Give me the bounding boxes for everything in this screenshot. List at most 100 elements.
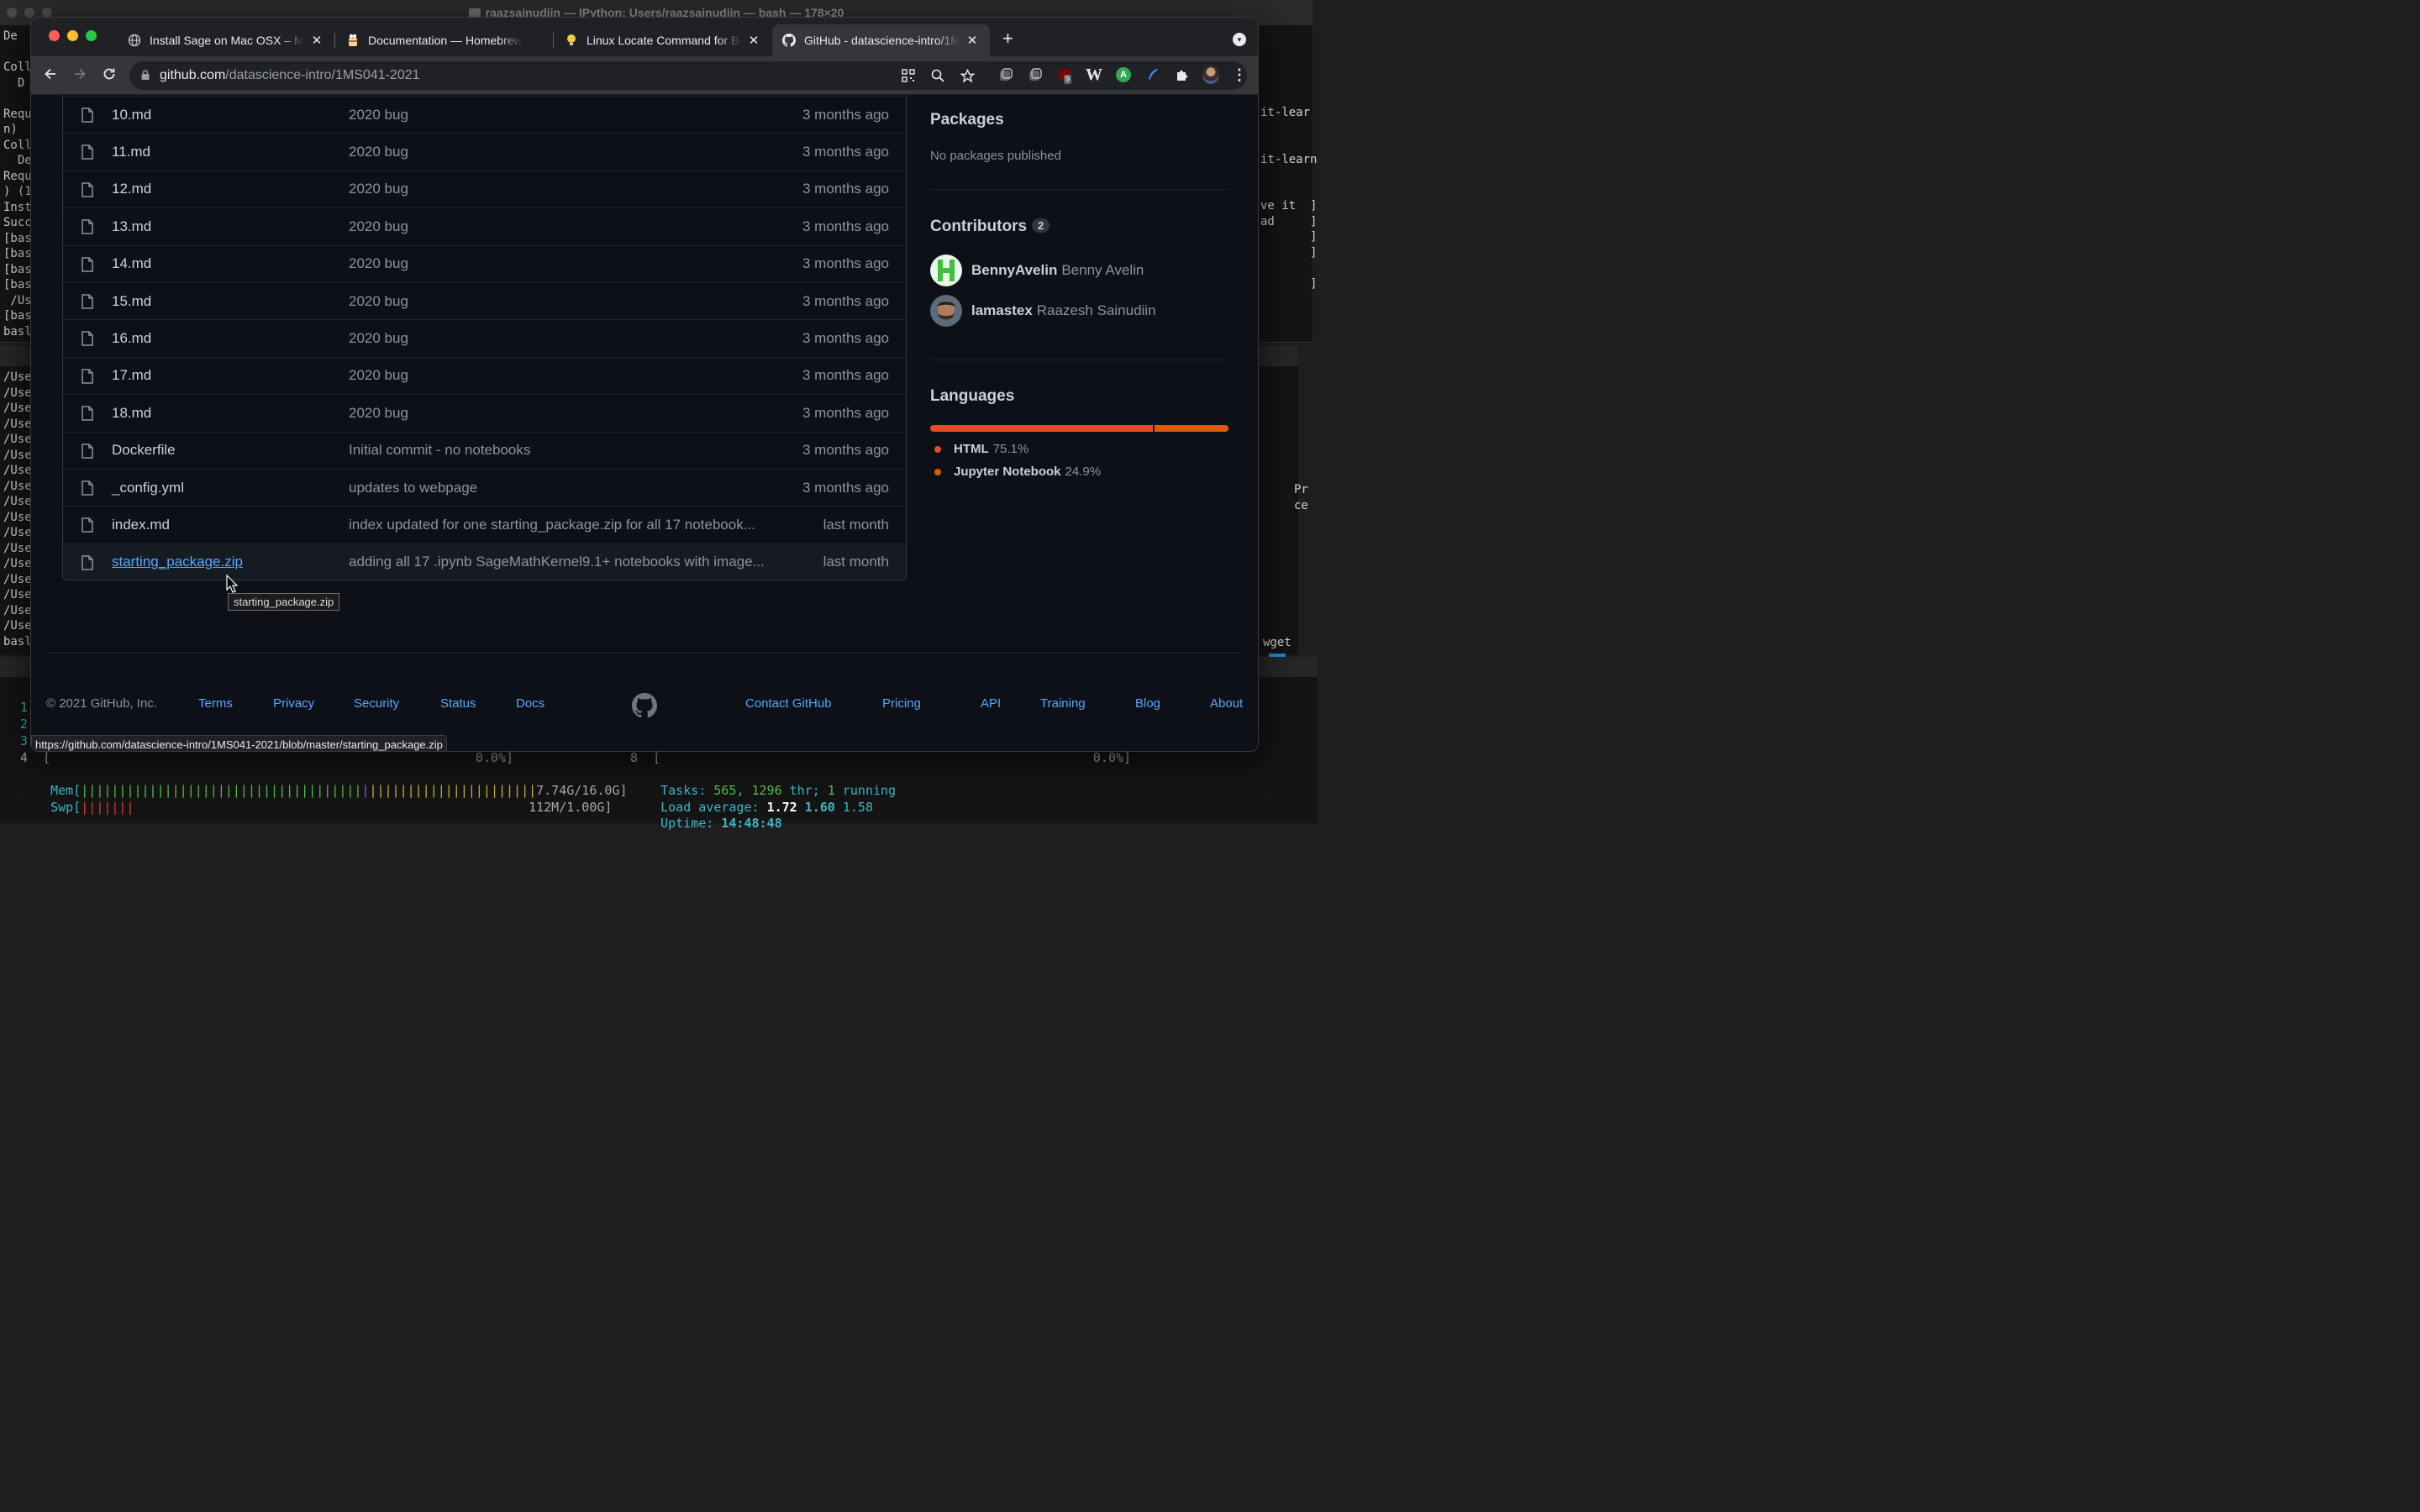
avatar[interactable] xyxy=(930,255,962,286)
footer-link-status[interactable]: Status xyxy=(440,696,476,711)
profile-avatar-icon[interactable] xyxy=(1202,66,1219,84)
github-logo-icon[interactable] xyxy=(632,693,657,718)
commit-message-link[interactable]: adding all 17 .ipynb SageMathKernel9.1+ … xyxy=(349,554,765,570)
tab-homebrew-docs[interactable]: Documentation — Homebrew Do ✕ xyxy=(336,24,553,56)
link-tooltip: starting_package.zip xyxy=(228,593,340,611)
commit-message-link[interactable]: 2020 bug xyxy=(349,218,408,235)
contributors-heading[interactable]: Contributors 2 xyxy=(930,218,1228,236)
file-row[interactable]: 17.md 2020 bug 3 months ago xyxy=(63,356,906,394)
new-tab-icon[interactable]: + xyxy=(1002,29,1013,48)
file-row[interactable]: starting_package.zip adding all 17 .ipynb… xyxy=(63,543,906,580)
file-name-link[interactable]: 10.md xyxy=(112,107,151,123)
extension-2-icon[interactable] xyxy=(1027,66,1044,83)
close-tab-icon[interactable]: ✕ xyxy=(746,33,761,48)
address-bar[interactable]: github.com/datascience-intro/1MS041-2021 xyxy=(129,61,1247,90)
account-extension-icon[interactable]: A xyxy=(1115,66,1132,83)
file-row[interactable]: index.md index updated for one starting_p… xyxy=(63,506,906,543)
file-row[interactable]: 10.md 2020 bug 3 months ago xyxy=(63,96,906,133)
terminal-line: Succ xyxy=(3,216,32,229)
packages-heading[interactable]: Packages xyxy=(930,111,1228,129)
commit-message-link[interactable]: index updated for one starting_package.z… xyxy=(349,517,755,533)
commit-message-link[interactable]: 2020 bug xyxy=(349,144,408,160)
terminal-line: Requ xyxy=(3,107,32,121)
reload-icon[interactable] xyxy=(100,66,118,85)
contributor-login[interactable]: BennyAvelin xyxy=(971,262,1057,279)
commit-message-link[interactable]: 2020 bug xyxy=(349,405,408,422)
sidebar-divider xyxy=(930,189,1228,190)
footer-link-docs[interactable]: Docs xyxy=(516,696,544,711)
commit-message-link[interactable]: 2020 bug xyxy=(349,367,408,384)
close-tab-icon[interactable]: ✕ xyxy=(965,33,980,48)
file-name-link[interactable]: 12.md xyxy=(112,181,151,197)
forward-icon[interactable] xyxy=(71,66,89,85)
file-name-link[interactable]: 13.md xyxy=(112,218,151,235)
commit-message-link[interactable]: 2020 bug xyxy=(349,181,408,197)
file-row[interactable]: 18.md 2020 bug 3 months ago xyxy=(63,394,906,431)
contributor-bennyavelin[interactable]: BennyAvelin Benny Avelin xyxy=(930,255,1144,286)
file-name-link[interactable]: 18.md xyxy=(112,405,151,422)
github-page: 10.md 2020 bug 3 months ago 11.md 2020 bug 3 … xyxy=(31,95,1258,751)
language-html[interactable]: HTML 75.1% xyxy=(934,442,1028,456)
htop-cpu-1: 1 xyxy=(20,700,29,715)
footer-link-contact[interactable]: Contact GitHub xyxy=(745,696,832,711)
file-list: 10.md 2020 bug 3 months ago 11.md 2020 bug 3 … xyxy=(62,95,907,580)
file-name-link[interactable]: 17.md xyxy=(112,367,151,384)
file-name-link[interactable]: index.md xyxy=(112,517,170,533)
footer-copyright: © 2021 GitHub, Inc. xyxy=(46,696,157,711)
extensions-puzzle-icon[interactable] xyxy=(1174,66,1191,83)
file-row[interactable]: 13.md 2020 bug 3 months ago xyxy=(63,207,906,244)
tab-linux-locate[interactable]: Linux Locate Command for Beg ✕ xyxy=(555,24,771,56)
contributor-name[interactable]: Raazesh Sainudiin xyxy=(1037,302,1156,319)
ublock-icon[interactable]: 9 xyxy=(1056,66,1073,84)
footer-link-pricing[interactable]: Pricing xyxy=(882,696,921,711)
zoom-window-button[interactable] xyxy=(86,30,97,41)
file-name-link[interactable]: starting_package.zip xyxy=(112,554,243,570)
bookmark-star-icon[interactable] xyxy=(959,67,976,84)
feather-extension-icon[interactable] xyxy=(1144,66,1161,83)
wikipedia-icon[interactable]: W xyxy=(1086,66,1102,84)
footer-link-training[interactable]: Training xyxy=(1040,696,1086,711)
commit-message-link[interactable]: 2020 bug xyxy=(349,293,408,310)
commit-message-link[interactable]: Initial commit - no notebooks xyxy=(349,442,530,459)
file-name-link[interactable]: 11.md xyxy=(112,144,150,160)
commit-message-link[interactable]: 2020 bug xyxy=(349,107,408,123)
footer-link-terms[interactable]: Terms xyxy=(198,696,233,711)
file-row[interactable]: 11.md 2020 bug 3 months ago xyxy=(63,133,906,170)
browser-menu-icon[interactable]: ⋮ xyxy=(1231,66,1248,83)
file-row[interactable]: Dockerfile Initial commit - no notebooks 3… xyxy=(63,431,906,469)
commit-message-link[interactable]: 2020 bug xyxy=(349,255,408,272)
tab-github-active[interactable]: GitHub - datascience-intro/1MS ✕ xyxy=(772,24,990,56)
zoom-icon[interactable] xyxy=(929,67,946,84)
commit-message-link[interactable]: updates to webpage xyxy=(349,480,477,496)
footer-link-api[interactable]: API xyxy=(981,696,1001,711)
contributor-name[interactable]: Benny Avelin xyxy=(1061,262,1144,279)
extension-1-icon[interactable] xyxy=(997,66,1014,83)
footer-link-blog[interactable]: Blog xyxy=(1135,696,1160,711)
close-window-button[interactable] xyxy=(49,30,60,41)
file-row[interactable]: 15.md 2020 bug 3 months ago xyxy=(63,282,906,319)
file-row[interactable]: _config.yml updates to webpage 3 months ag… xyxy=(63,469,906,506)
footer-link-security[interactable]: Security xyxy=(354,696,399,711)
file-row[interactable]: 12.md 2020 bug 3 months ago xyxy=(63,170,906,207)
contributor-login[interactable]: lamastex xyxy=(971,302,1033,319)
terminal-line: /Use xyxy=(3,448,32,462)
minimize-window-button[interactable] xyxy=(67,30,78,41)
commit-message-link[interactable]: 2020 bug xyxy=(349,330,408,347)
tab-install-sage[interactable]: Install Sage on Mac OSX – Mac ✕ xyxy=(118,24,334,56)
file-name-link[interactable]: 16.md xyxy=(112,330,151,347)
file-row[interactable]: 14.md 2020 bug 3 months ago xyxy=(63,244,906,282)
file-name-link[interactable]: _config.yml xyxy=(112,480,184,496)
language-jupyter-notebook[interactable]: Jupyter Notebook 24.9% xyxy=(934,465,1101,479)
contributor-lamastex[interactable]: lamastex Raazesh Sainudiin xyxy=(930,295,1156,327)
file-row[interactable]: 16.md 2020 bug 3 months ago xyxy=(63,319,906,356)
close-tab-icon[interactable]: ✕ xyxy=(309,33,324,48)
footer-link-privacy[interactable]: Privacy xyxy=(273,696,314,711)
file-name-link[interactable]: 14.md xyxy=(112,255,151,272)
back-icon[interactable] xyxy=(41,66,60,85)
file-name-link[interactable]: Dockerfile xyxy=(112,442,176,459)
file-name-link[interactable]: 15.md xyxy=(112,293,151,310)
tab-search-icon[interactable]: ▾ xyxy=(1233,33,1246,46)
footer-link-about[interactable]: About xyxy=(1210,696,1243,711)
avatar[interactable] xyxy=(930,295,962,327)
qr-code-icon[interactable] xyxy=(900,67,917,84)
